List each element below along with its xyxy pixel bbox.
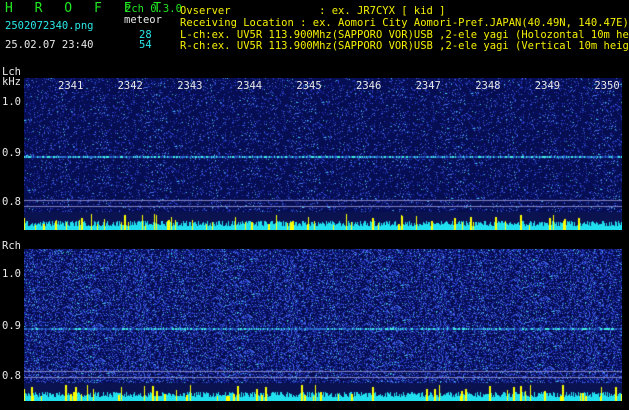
time-tick-2345: 2345 <box>296 80 322 92</box>
observer-line: Ovserver : ex. JR7CYX [ kid ] <box>180 5 446 17</box>
time-tick-2349: 2349 <box>534 80 561 92</box>
time-tick-2346: 2346 <box>356 80 382 92</box>
lch-setup-line: L-ch:ex. UV5R 113.900Mhz(SAPPORO VOR)USB… <box>180 29 629 41</box>
location-line: Receiving Location : ex. Aomori City Aom… <box>180 17 629 29</box>
time-tick-2350: 2350 <box>594 80 620 92</box>
rch-ytick-1.0: 1.0 <box>2 268 21 280</box>
lch-ytick-0.8: 0.8 <box>2 196 21 208</box>
time-tick-2348: 2348 <box>475 80 501 92</box>
lch-spectrogram <box>24 78 622 230</box>
lch-ytick-1.0: 1.0 <box>2 96 21 108</box>
meteor-count-rch: 54 <box>139 39 152 51</box>
rch-label: Rch <box>2 240 21 252</box>
time-tick-2347: 2347 <box>415 80 441 92</box>
mode-label: 2ch 0.3.0 <box>125 3 182 15</box>
filename-label: 2502072340.png <box>5 20 94 32</box>
meteor-label: meteor <box>124 14 162 26</box>
lch-ytick-0.9: 0.9 <box>2 147 21 159</box>
time-tick-2341: 2341 <box>58 80 84 92</box>
time-tick-2343: 2343 <box>177 80 203 92</box>
rch-ytick-0.9: 0.9 <box>2 320 21 332</box>
rch-ytick-0.8: 0.8 <box>2 370 21 382</box>
time-tick-2342: 2342 <box>117 80 143 92</box>
rch-setup-line: R-ch:ex. UV5R 113.900Mhz(SAPPORO VOR)USB… <box>180 40 629 52</box>
rch-spectrogram <box>24 249 622 401</box>
time-tick-2344: 2344 <box>236 80 263 92</box>
datetime-label: 25.02.07 23:40 <box>5 39 94 51</box>
lch-unit: kHz <box>2 76 21 88</box>
